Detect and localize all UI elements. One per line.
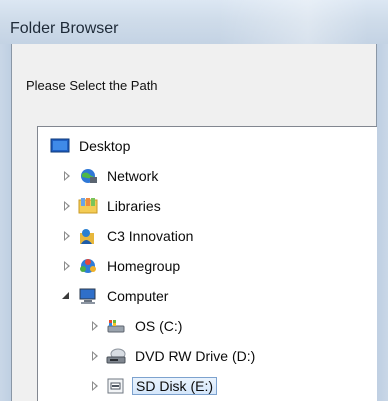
homegroup-icon bbox=[78, 257, 98, 275]
sd-card-icon bbox=[106, 377, 126, 395]
tree-item-sd-e[interactable]: SD Disk (E:) bbox=[88, 375, 217, 397]
tree-item-label: OS (C:) bbox=[135, 318, 183, 334]
expand-arrow-icon[interactable] bbox=[60, 169, 74, 183]
tree-item-label: Homegroup bbox=[107, 258, 181, 274]
tree-item-homegroup[interactable]: Homegroup bbox=[60, 255, 183, 277]
title-bar-glass bbox=[218, 0, 368, 44]
user-folder-icon bbox=[78, 227, 98, 245]
tree-item-network[interactable]: Network bbox=[60, 165, 161, 187]
folder-tree[interactable]: Desktop Network Libraries C3 Innovation … bbox=[37, 126, 377, 401]
expand-arrow-icon[interactable] bbox=[60, 229, 74, 243]
computer-icon bbox=[78, 287, 98, 305]
tree-item-libraries[interactable]: Libraries bbox=[60, 195, 164, 217]
title-bar[interactable]: Folder Browser bbox=[0, 0, 388, 44]
window-title: Folder Browser bbox=[10, 20, 119, 37]
expand-arrow-icon[interactable] bbox=[60, 259, 74, 273]
tree-item-c3-innovation[interactable]: C3 Innovation bbox=[60, 225, 196, 247]
tree-item-label: DVD RW Drive (D:) bbox=[135, 348, 256, 364]
network-icon bbox=[78, 167, 98, 185]
collapse-arrow-icon[interactable] bbox=[60, 289, 74, 303]
dvd-drive-icon bbox=[106, 347, 126, 365]
tree-item-label: Desktop bbox=[79, 138, 131, 154]
dialog-prompt: Please Select the Path bbox=[26, 78, 158, 93]
tree-item-label: Libraries bbox=[107, 198, 161, 214]
window-frame-right bbox=[377, 44, 388, 401]
expand-arrow-icon[interactable] bbox=[60, 199, 74, 213]
expand-arrow-icon[interactable] bbox=[88, 379, 102, 393]
tree-item-label: SD Disk (E:) bbox=[132, 377, 217, 395]
tree-item-dvd-d[interactable]: DVD RW Drive (D:) bbox=[88, 345, 258, 367]
tree-item-label: C3 Innovation bbox=[107, 228, 194, 244]
tree-item-computer[interactable]: Computer bbox=[60, 285, 171, 307]
libraries-icon bbox=[78, 197, 98, 215]
window-frame-left bbox=[0, 44, 11, 401]
tree-item-desktop[interactable]: Desktop bbox=[50, 135, 133, 157]
tree-item-label: Network bbox=[107, 168, 159, 184]
expand-arrow-icon[interactable] bbox=[88, 349, 102, 363]
expand-arrow-icon[interactable] bbox=[88, 319, 102, 333]
tree-item-label: Computer bbox=[107, 288, 169, 304]
desktop-icon bbox=[50, 137, 70, 155]
system-drive-icon bbox=[106, 317, 126, 335]
tree-item-os-c[interactable]: OS (C:) bbox=[88, 315, 185, 337]
